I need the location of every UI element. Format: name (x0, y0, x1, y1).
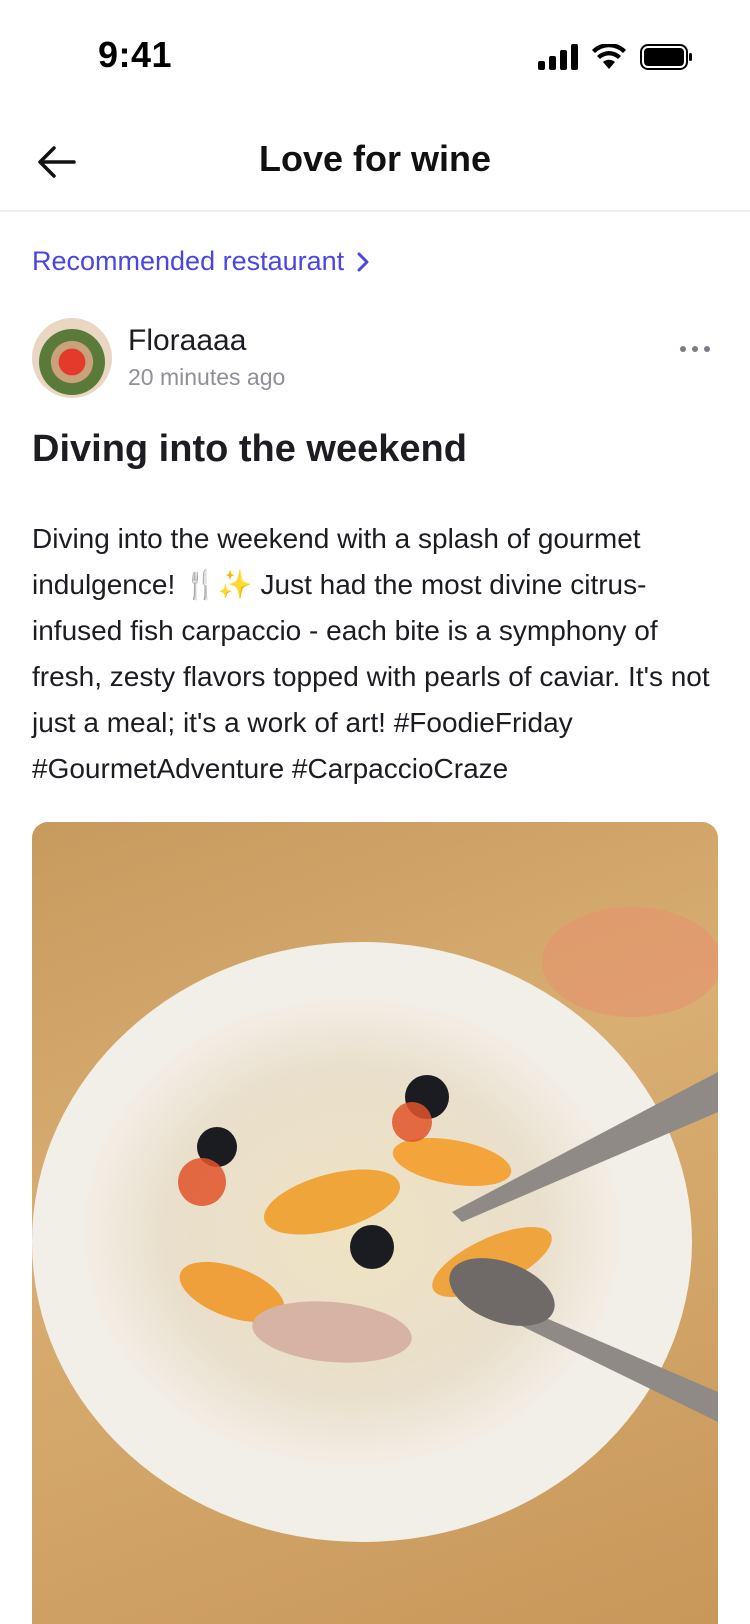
post-body: Diving into the weekend with a splash of… (32, 523, 710, 784)
signal-icon (538, 44, 578, 70)
recommended-restaurant-label: Recommended restaurant (32, 246, 345, 276)
battery-icon (640, 44, 692, 70)
page-title: Love for wine (258, 138, 492, 179)
status-bar: 9:41 (0, 0, 750, 100)
post-title: Diving into the weekend (32, 428, 467, 470)
recommended-restaurant-link[interactable]: Recommended restaurant (32, 246, 370, 277)
more-icon[interactable] (680, 346, 710, 352)
carpaccio-photo (32, 907, 718, 1542)
avatar[interactable] (32, 318, 112, 398)
header: Love for wine (0, 110, 750, 212)
wifi-icon (592, 44, 626, 69)
status-time: 9:41 (98, 34, 173, 75)
status-icons (538, 44, 694, 70)
chevron-right-icon (357, 252, 369, 271)
post-image[interactable] (32, 822, 718, 1624)
author-name[interactable]: Floraaaa (128, 324, 246, 358)
post-time: 20 minutes ago (128, 364, 286, 390)
